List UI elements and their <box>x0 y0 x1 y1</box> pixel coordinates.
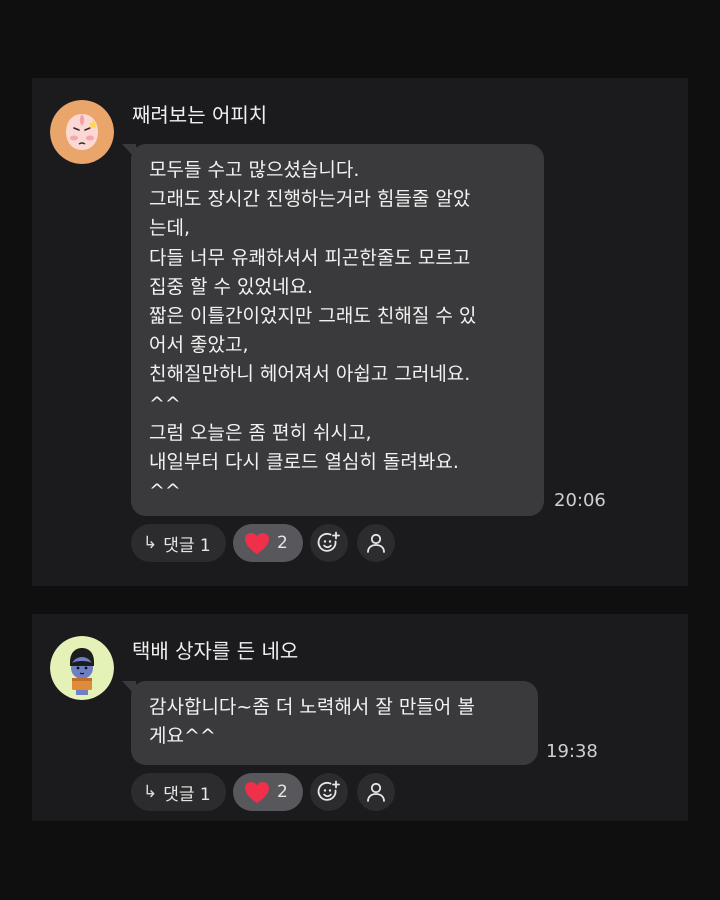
add-reaction-button[interactable] <box>310 524 348 562</box>
message-line: 게요^^ <box>149 725 216 748</box>
add-emoji-icon <box>317 780 340 801</box>
message-line: 집중 할 수 있었네요. <box>149 275 313 298</box>
heart-count: 2 <box>277 782 288 802</box>
message-line: 내일부터 다시 클로드 열심히 돌려봐요. <box>149 451 459 474</box>
user-icon <box>367 782 385 802</box>
reply-count-label: 댓글 1 <box>163 784 211 805</box>
reactors-button[interactable] <box>357 524 395 562</box>
message-bubble[interactable]: 감사합니다~좀 더 노력해서 잘 만들어 볼 게요^^ <box>122 681 538 765</box>
message-line: 짧은 이틀간이었지만 그래도 친해질 수 있 <box>149 305 477 328</box>
reply-button[interactable]: ↳ 댓글 1 <box>131 524 226 562</box>
message-line: 그럼 오늘은 좀 편히 쉬시고, <box>149 421 372 444</box>
reply-arrow-icon: ↳ <box>143 533 158 553</box>
message-line: 다들 너무 유쾌하셔서 피곤한줄도 모르고 <box>149 246 471 269</box>
reply-count-label: 댓글 1 <box>163 535 211 556</box>
add-emoji-icon <box>317 531 340 552</box>
message-line: ^^ <box>149 480 181 503</box>
message-line: ^^ <box>149 392 181 415</box>
reply-arrow-icon: ↳ <box>143 782 158 802</box>
message-line: 친해질만하니 헤어져서 아쉽고 그러네요. <box>149 363 471 386</box>
sender-name: 택배 상자를 든 네오 <box>132 639 299 663</box>
message-card: 택배 상자를 든 네오 감사합니다~좀 더 노력해서 잘 만들어 볼 게요^^ … <box>32 614 688 821</box>
add-reaction-button[interactable] <box>310 773 348 811</box>
reply-button[interactable]: ↳ 댓글 1 <box>131 773 226 811</box>
message-line: 는데, <box>149 217 190 240</box>
reactors-button[interactable] <box>357 773 395 811</box>
heart-reaction-button[interactable]: 2 <box>233 773 303 811</box>
message-line: 어서 좋았고, <box>149 334 249 357</box>
message-line: 그래도 장시간 진행하는거라 힘들줄 알았 <box>149 188 471 211</box>
neo-avatar-icon[interactable] <box>50 636 114 700</box>
heart-icon <box>245 781 269 803</box>
apeach-avatar-icon[interactable] <box>50 100 114 164</box>
heart-count: 2 <box>277 533 288 553</box>
message-timestamp: 20:06 <box>554 490 606 511</box>
message-line: 감사합니다~좀 더 노력해서 잘 만들어 볼 <box>149 696 475 718</box>
sender-name: 째려보는 어피치 <box>132 103 268 127</box>
message-timestamp: 19:38 <box>546 741 598 762</box>
heart-reaction-button[interactable]: 2 <box>233 524 303 562</box>
message-line: 모두들 수고 많으셨습니다. <box>149 159 360 181</box>
message-bubble[interactable]: 모두들 수고 많으셨습니다. 그래도 장시간 진행하는거라 힘들줄 알았 는데,… <box>122 144 544 516</box>
heart-icon <box>245 532 269 554</box>
message-card: 째려보는 어피치 모두들 수고 많으셨습니다. 그래도 장시간 진행하는거라 힘… <box>32 78 688 586</box>
user-icon <box>367 533 385 553</box>
